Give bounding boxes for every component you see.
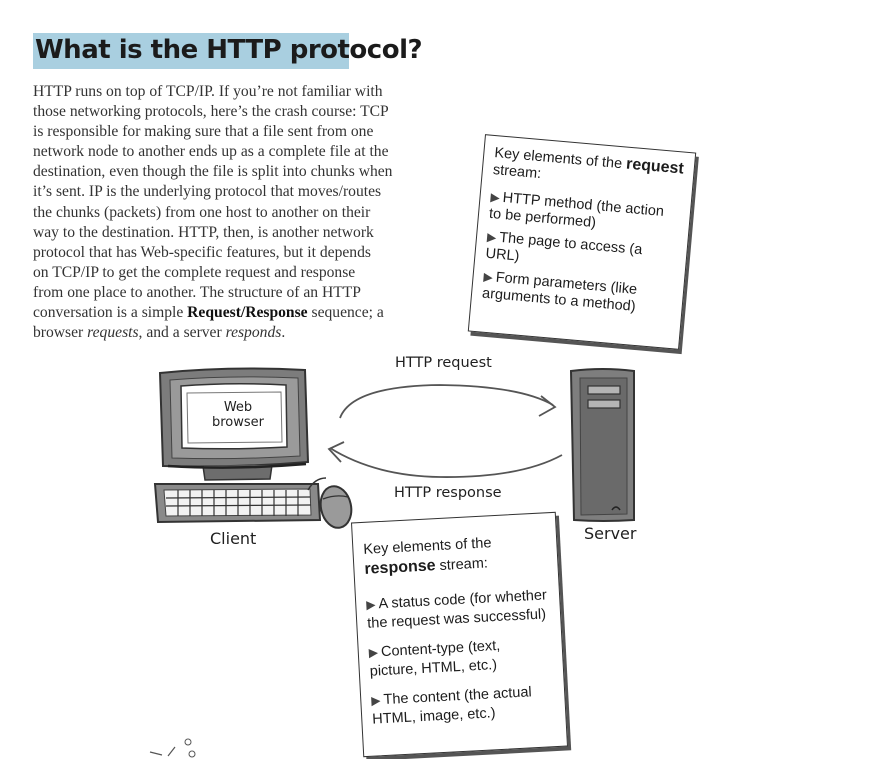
triangle-bullet-icon: ▶	[365, 597, 376, 612]
triangle-bullet-icon: ▶	[370, 693, 381, 708]
server-label: Server	[584, 524, 637, 543]
response-note-header: Key elements of the response stream:	[363, 531, 548, 580]
note-header-text: stream:	[435, 555, 489, 575]
note-header-bold: response	[364, 557, 436, 578]
request-arrow-icon	[339, 384, 557, 419]
http-response-label: HTTP response	[394, 485, 502, 501]
response-note-list: ▶ A status code (for whether the request …	[366, 586, 556, 729]
list-item-text: The content (the actual HTML, image, etc…	[371, 684, 533, 728]
web-browser-label-line: browser	[211, 415, 264, 430]
web-browser-label-line: Web	[223, 400, 253, 415]
response-arrow-icon	[327, 441, 563, 478]
web-browser-label: Web browser	[209, 400, 267, 430]
response-note: Key elements of the response stream: ▶ A …	[350, 511, 569, 758]
list-item: ▶ A status code (for whether the request …	[366, 586, 551, 634]
triangle-bullet-icon: ▶	[368, 645, 379, 660]
note-header-text: Key elements of the	[363, 535, 492, 558]
list-item-text: A status code (for whether the request w…	[366, 587, 548, 632]
keyboard-icon	[153, 483, 322, 524]
list-item: ▶ The content (the actual HTML, image, et…	[371, 682, 556, 730]
server-tower-icon	[569, 368, 635, 522]
list-item-text: Content-type (text, picture, HTML, etc.)	[369, 637, 501, 680]
client-label: Client	[210, 529, 257, 548]
http-request-label: HTTP request	[395, 355, 492, 371]
doodle-icon	[149, 738, 196, 758]
list-item: ▶ Content-type (text, picture, HTML, etc.…	[368, 634, 553, 682]
